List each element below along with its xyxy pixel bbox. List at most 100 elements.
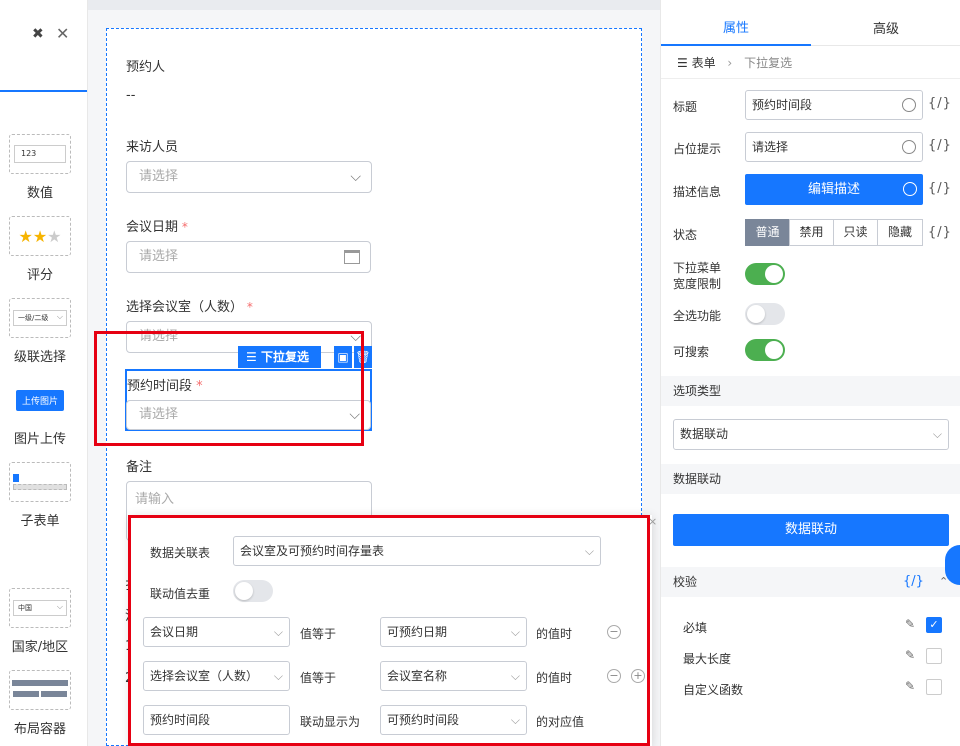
required-checkbox[interactable]: ✓ [926,617,942,633]
widget-number[interactable]: 123 数值 [5,134,75,201]
widget-layout[interactable]: 布局容器 [5,670,75,737]
widget-cascader[interactable]: 一级/二级 级联选择 [5,298,75,365]
code-icon[interactable]: {/} [928,225,952,240]
date-label: 会议日期 [126,220,179,235]
condition-1-field[interactable]: 会议日期 ⌵ [143,617,290,647]
selected-field-tag[interactable]: ☰ 下拉复选 [238,346,321,368]
maxlen-rule-label: 最大长度 [683,652,732,666]
number-preview: 123 [14,145,66,163]
remark-placeholder: 请输入 [135,492,175,507]
widget-rating[interactable]: ★ ★ ★ 评分 [5,216,75,283]
condition-2-field-value: 选择会议室（人数） [150,669,259,683]
title-input[interactable]: 预约时间段 [745,90,923,120]
globe-icon[interactable] [902,98,916,112]
status-disabled[interactable]: 禁用 [789,219,834,246]
widget-panel-header: ✖ ✕ [0,0,87,92]
dedupe-label: 联动值去重 [150,587,211,601]
globe-icon[interactable] [903,182,917,196]
crumb-separator: › [727,56,733,70]
remark-label: 备注 [126,460,153,475]
widget-label: 图片上传 [13,432,66,447]
table-select[interactable]: 会议室及可预约时间存量表 ⌵ [233,536,601,566]
tab-advanced[interactable]: 高级 [811,0,960,46]
widget-label: 评分 [26,268,53,283]
edit-description-button[interactable]: 编辑描述 [745,174,923,205]
chevron-down-icon: ⌵ [350,169,361,185]
dedupe-toggle[interactable] [233,580,273,602]
widget-subform[interactable]: 子表单 [5,462,75,529]
condition-2-field[interactable]: 选择会议室（人数） ⌵ [143,661,290,691]
status-normal[interactable]: 普通 [745,219,790,246]
edit-icon[interactable]: ✎ [905,617,915,631]
time-select[interactable]: 请选择 ⌵ [126,400,371,430]
condition-1-suffix: 的值时 [536,627,573,641]
delete-icon[interactable]: 🗑 [354,346,372,368]
code-icon[interactable]: {/} [928,96,952,111]
table-label: 数据关联表 [150,546,211,560]
condition-2-target-value: 会议室名称 [387,669,448,683]
close-icon[interactable]: × [648,515,657,528]
code-icon[interactable]: {/} [928,181,952,196]
custom-fn-checkbox[interactable] [926,679,942,695]
option-type-section: 选项类型 [661,376,960,406]
properties-panel: 属性 高级 ☰ 表单 › 下拉复选 标题 预约时间段 {/} 占位提示 请选择 … [660,0,960,746]
validation-section: 校验 {/} ⌃ [661,567,960,597]
data-linkage-dialog: 数据关联表 会议室及可预约时间存量表 ⌵ 联动值去重 会议日期 ⌵ 值等于 可预… [130,515,652,746]
condition-1-target[interactable]: 可预约日期 ⌵ [380,617,527,647]
crumb-root[interactable]: 表单 [692,56,716,70]
status-readonly[interactable]: 只读 [833,219,878,246]
title-value: 预约时间段 [752,98,813,112]
width-limit-label-2: 宽度限制 [673,277,722,291]
pin-icon[interactable]: ✖ [32,26,44,42]
widget-label: 级联选择 [13,350,66,365]
searchable-toggle[interactable] [745,339,785,361]
select-all-label: 全选功能 [673,309,722,323]
display-target-value: 可预约时间段 [387,713,460,727]
option-type-select[interactable]: 数据联动 ⌵ [673,419,949,450]
condition-2-target[interactable]: 会议室名称 ⌵ [380,661,527,691]
edit-icon[interactable]: ✎ [905,679,915,693]
placeholder-input[interactable]: 请选择 [745,132,923,162]
condition-2-op: 值等于 [300,671,337,685]
status-label: 状态 [673,228,698,242]
condition-1-target-value: 可预约日期 [387,625,448,639]
add-condition-icon[interactable]: + [631,669,645,683]
remove-condition-icon[interactable]: − [607,669,621,683]
close-icon[interactable]: ✕ [56,24,69,43]
placeholder-value: 请选择 [752,140,789,154]
status-hidden[interactable]: 隐藏 [877,219,923,246]
edit-icon[interactable]: ✎ [905,648,915,662]
data-linkage-button[interactable]: 数据联动 [673,514,949,546]
code-icon[interactable]: {/} [903,567,924,597]
time-placeholder: 请选择 [139,407,179,422]
country-preview: 中国 [13,600,67,616]
widget-country[interactable]: 中国 国家/地区 [5,588,75,655]
title-label: 标题 [673,100,698,114]
maxlen-checkbox[interactable] [926,648,942,664]
custom-fn-rule-label: 自定义函数 [683,683,744,697]
visitor-placeholder: 请选择 [139,169,179,184]
widget-image-upload[interactable]: 上传图片 图片上传 [5,380,75,447]
copy-icon[interactable]: ▣ [334,346,352,368]
chevron-down-icon: ⌵ [584,544,594,558]
required-mark: * [196,379,203,394]
option-type-value: 数据联动 [680,427,729,441]
chevron-down-icon: ⌵ [510,625,520,639]
table-value: 会议室及可预约时间存量表 [240,544,385,558]
width-limit-toggle[interactable] [745,263,785,285]
subform-preview-icon [13,470,67,494]
display-field[interactable]: 预约时间段 [143,705,290,735]
visitor-select[interactable]: 请选择 ⌵ [126,161,372,193]
tab-properties[interactable]: 属性 [661,0,811,46]
remove-condition-icon[interactable]: − [607,625,621,639]
widget-label: 国家/地区 [11,640,69,655]
select-all-toggle[interactable] [745,303,785,325]
code-icon[interactable]: {/} [928,138,952,153]
calendar-icon [344,250,360,264]
globe-icon[interactable] [902,140,916,154]
widget-label: 子表单 [20,514,60,529]
time-slot-field[interactable]: 预约时间段 * 请选择 ⌵ [125,369,372,431]
date-picker[interactable]: 请选择 [126,241,371,273]
display-target[interactable]: 可预约时间段 ⌵ [380,705,527,735]
floating-help-button[interactable] [945,545,960,585]
